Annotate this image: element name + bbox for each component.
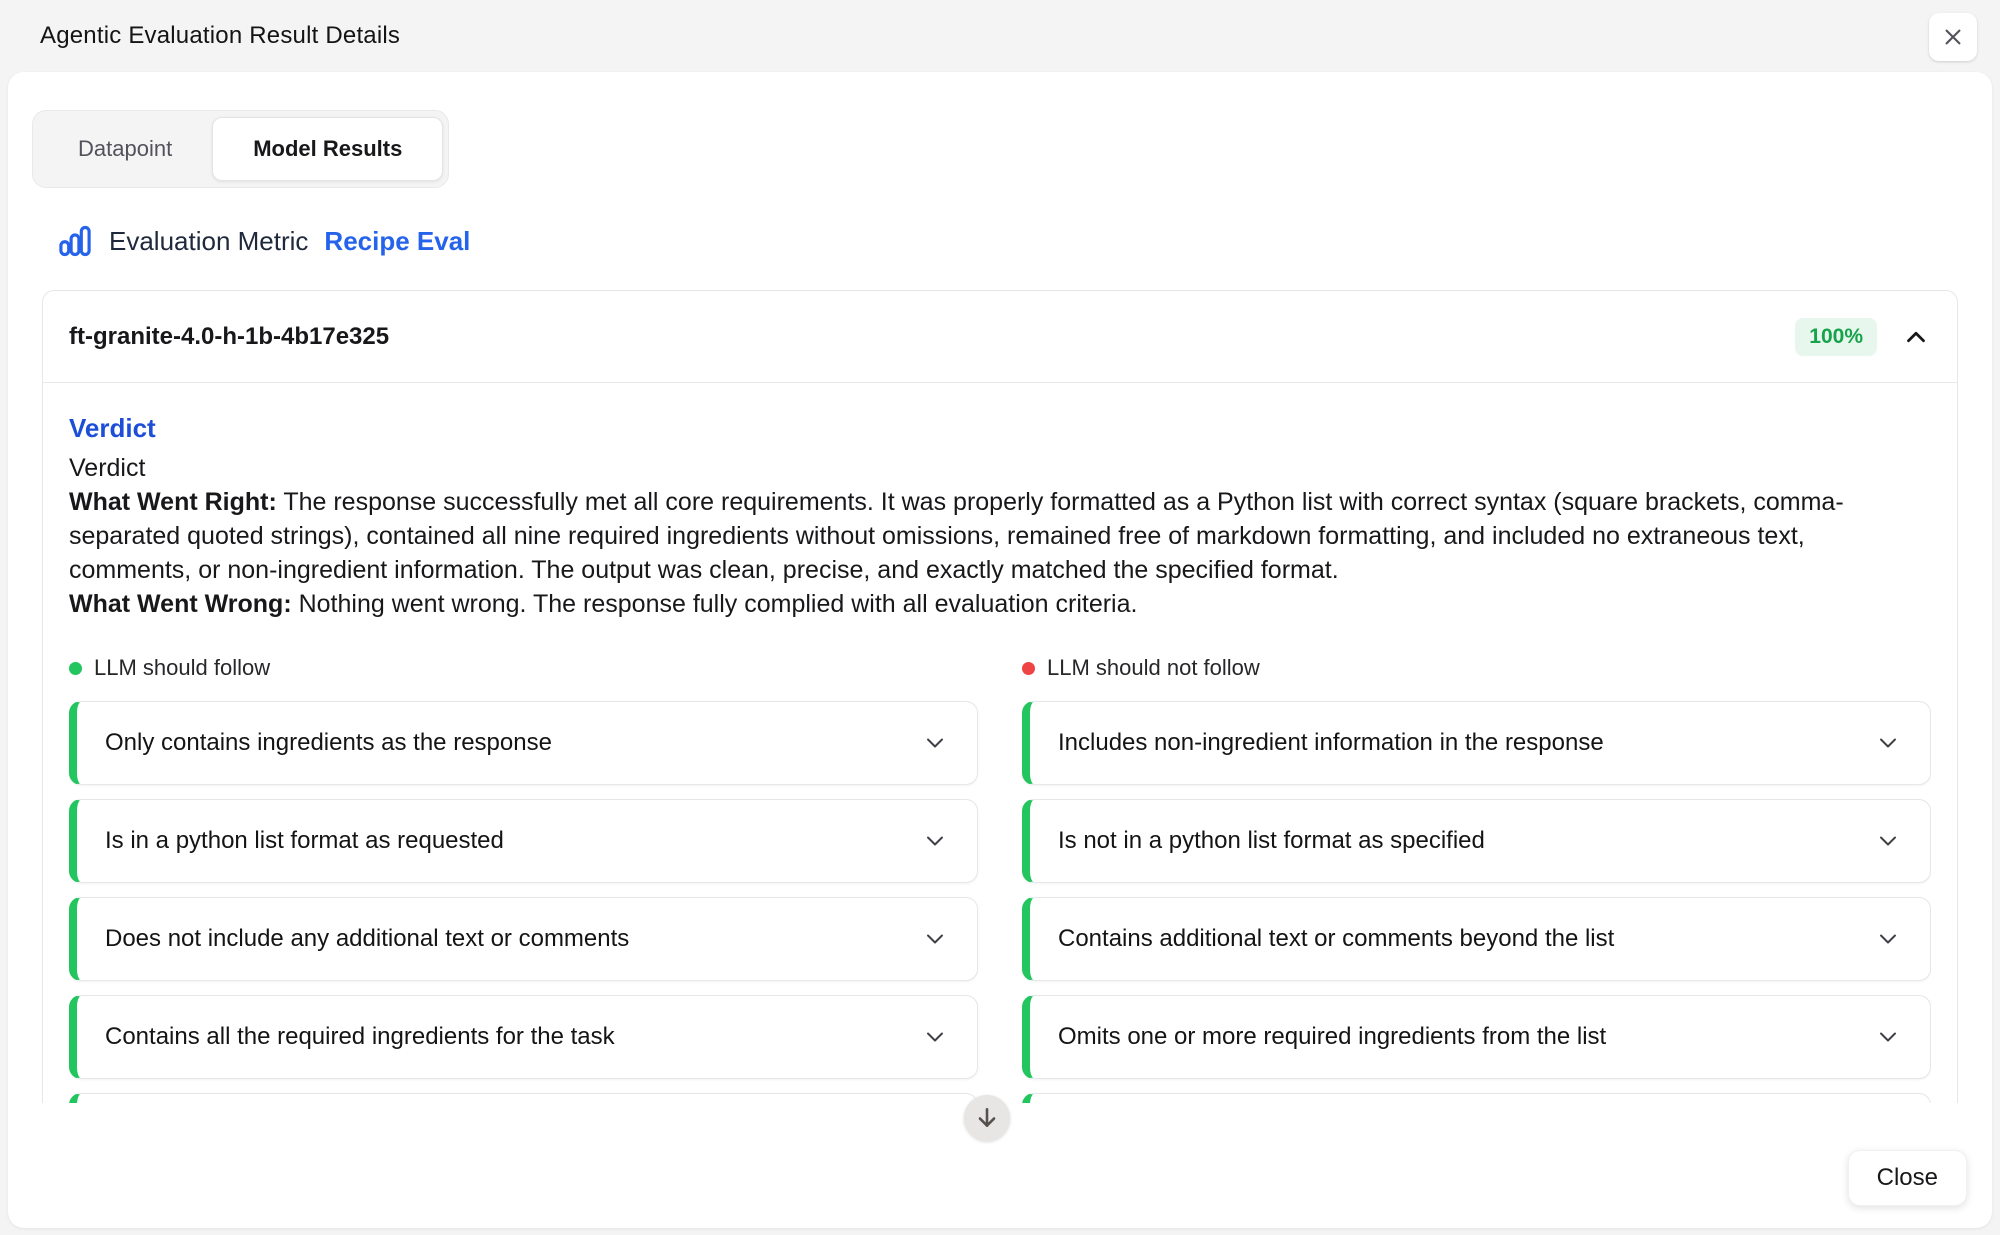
criteria-card-not-follow-2[interactable]: Is not in a python list format as specif… [1022, 799, 1931, 883]
chevron-down-icon[interactable] [1874, 1023, 1902, 1051]
criteria-card-follow-2[interactable]: Is in a python list format as requested [69, 799, 978, 883]
tab-model-results[interactable]: Model Results [212, 117, 443, 181]
model-result-card: ft-granite-4.0-h-1b-4b17e325 100% Verdic… [42, 290, 1958, 1103]
dialog-title: Agentic Evaluation Result Details [40, 22, 400, 50]
model-result-header[interactable]: ft-granite-4.0-h-1b-4b17e325 100% [43, 291, 1957, 383]
tab-datapoint[interactable]: Datapoint [38, 117, 212, 181]
what-went-right-line: What Went Right: The response successful… [69, 485, 1931, 587]
criteria-card-follow-4[interactable]: Contains all the required ingredients fo… [69, 995, 978, 1079]
model-result-body: Verdict Verdict What Went Right: The res… [43, 413, 1957, 1103]
what-went-right-label: What Went Right: [69, 488, 277, 516]
criteria-label: Omits one or more required ingredients f… [1058, 1023, 1606, 1051]
criteria-card-follow-1[interactable]: Only contains ingredients as the respons… [69, 701, 978, 785]
dialog-body: Datapoint Model Results Evaluation Metri… [8, 72, 1992, 1228]
evaluation-metric-row: Evaluation Metric Recipe Eval [57, 222, 1992, 260]
legend-should-not-follow-label: LLM should not follow [1047, 655, 1260, 681]
criteria-card-truncated-left[interactable] [69, 1093, 978, 1103]
what-went-wrong-label: What Went Wrong: [69, 590, 292, 618]
criteria-card-follow-3[interactable]: Does not include any additional text or … [69, 897, 978, 981]
close-button[interactable] [1929, 13, 1977, 61]
dialog-header: Agentic Evaluation Result Details [0, 0, 2000, 72]
close-icon [1942, 26, 1964, 48]
criteria-card-not-follow-1[interactable]: Includes non-ingredient information in t… [1022, 701, 1931, 785]
what-went-wrong-text: Nothing went wrong. The response fully c… [292, 590, 1138, 618]
model-name: ft-granite-4.0-h-1b-4b17e325 [69, 323, 389, 351]
verdict-text: Verdict What Went Right: The response su… [69, 451, 1931, 621]
criteria-label: Only contains ingredients as the respons… [105, 729, 552, 757]
criteria-grid: Only contains ingredients as the respons… [69, 701, 1931, 1103]
chevron-down-icon[interactable] [921, 1023, 949, 1051]
bar-chart-icon [57, 223, 93, 259]
footer-close-button[interactable]: Close [1848, 1150, 1967, 1206]
scroll-down-button[interactable] [964, 1095, 1010, 1141]
verdict-label: Verdict [69, 451, 1931, 485]
criteria-list-viewport: Only contains ingredients as the respons… [69, 701, 1931, 1103]
legend-should-not-follow: LLM should not follow [1022, 655, 1931, 681]
arrow-down-icon [974, 1105, 1000, 1131]
chevron-down-icon[interactable] [921, 827, 949, 855]
criteria-label: Contains all the required ingredients fo… [105, 1023, 615, 1051]
what-went-right-text: The response successfully met all core r… [69, 488, 1844, 584]
red-dot-icon [1022, 662, 1035, 675]
criteria-label: Is in a python list format as requested [105, 827, 504, 855]
evaluation-metric-value-link[interactable]: Recipe Eval [324, 226, 470, 257]
score-badge: 100% [1795, 318, 1877, 356]
evaluation-metric-label: Evaluation Metric [109, 226, 308, 257]
what-went-wrong-line: What Went Wrong: Nothing went wrong. The… [69, 587, 1931, 621]
chevron-down-icon[interactable] [921, 729, 949, 757]
criteria-card-not-follow-4[interactable]: Omits one or more required ingredients f… [1022, 995, 1931, 1079]
criteria-label: Includes non-ingredient information in t… [1058, 729, 1604, 757]
criteria-label: Is not in a python list format as specif… [1058, 827, 1485, 855]
criteria-label: Does not include any additional text or … [105, 925, 629, 953]
collapse-button[interactable] [1901, 322, 1931, 352]
tab-bar: Datapoint Model Results [32, 110, 449, 188]
chevron-down-icon[interactable] [921, 925, 949, 953]
chevron-down-icon[interactable] [1874, 925, 1902, 953]
chevron-down-icon[interactable] [1874, 729, 1902, 757]
legend-should-follow-label: LLM should follow [94, 655, 270, 681]
criteria-card-not-follow-3[interactable]: Contains additional text or comments bey… [1022, 897, 1931, 981]
green-dot-icon [69, 662, 82, 675]
legend-should-follow: LLM should follow [69, 655, 978, 681]
criteria-card-truncated-right[interactable] [1022, 1093, 1931, 1103]
verdict-section-heading: Verdict [69, 413, 1931, 443]
criteria-label: Contains additional text or comments bey… [1058, 925, 1614, 953]
legend-row: LLM should follow LLM should not follow [69, 655, 1931, 681]
chevron-down-icon[interactable] [1874, 827, 1902, 855]
chevron-up-icon [1901, 322, 1931, 352]
